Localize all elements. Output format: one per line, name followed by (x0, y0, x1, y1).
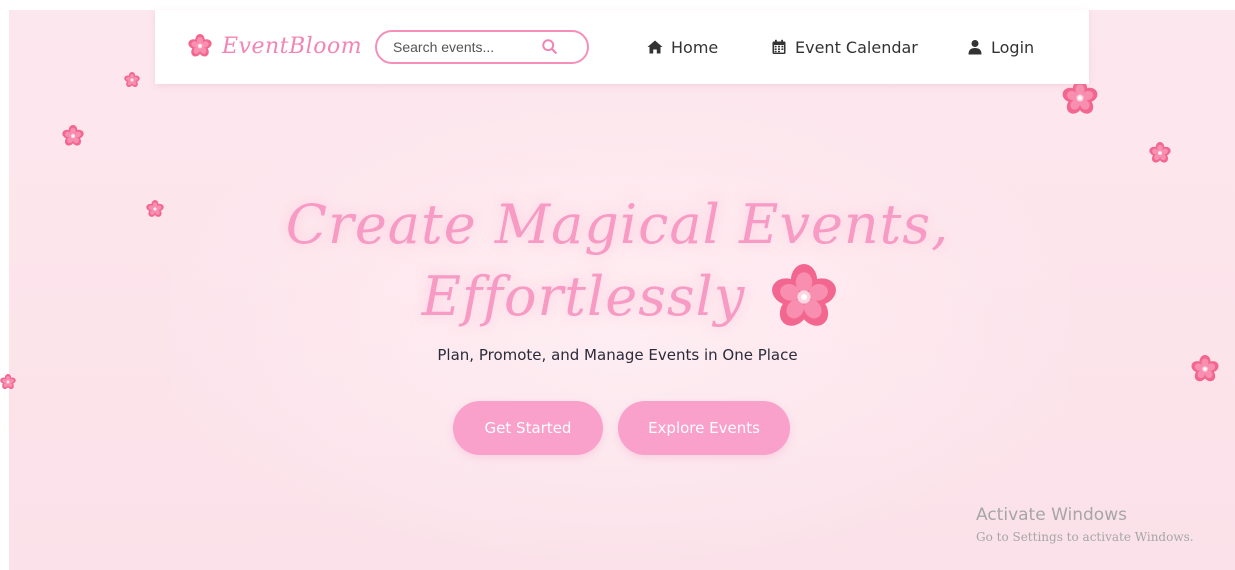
calendar-icon (772, 39, 786, 54)
blossom-icon (1149, 142, 1171, 164)
search-input[interactable] (391, 38, 541, 56)
brand-name: EventBloom (222, 33, 363, 59)
brand-logo[interactable]: EventBloom (188, 30, 362, 62)
page: EventBloom Home (0, 0, 1235, 570)
blossom-icon (0, 374, 16, 390)
nav-event-calendar[interactable]: Event Calendar (771, 34, 918, 60)
home-icon (647, 40, 663, 54)
navbar: EventBloom Home (155, 10, 1089, 84)
search-bar (375, 30, 589, 64)
hero-subtitle: Plan, Promote, and Manage Events in One … (437, 346, 798, 364)
cherry-blossom-icon (771, 264, 837, 330)
hero-title-line2: Effortlessly (421, 265, 746, 328)
nav-login-label: Login (991, 37, 1035, 57)
cherry-blossom-icon (188, 34, 212, 58)
nav-home-label: Home (671, 37, 719, 57)
blossom-icon (124, 72, 140, 88)
nav-calendar-label: Event Calendar (795, 37, 918, 57)
nav-login[interactable]: Login (967, 34, 1034, 60)
activate-windows-subtitle: Go to Settings to activate Windows. (976, 530, 1194, 544)
user-icon (968, 40, 982, 55)
hero-title-line1: Create Magical Events, (285, 193, 950, 256)
blossom-icon (62, 125, 84, 147)
hero-glow (170, 90, 1070, 570)
get-started-button[interactable]: Get Started (453, 401, 603, 455)
search-icon[interactable] (541, 38, 559, 56)
hero-title-line2-row: Effortlessly (0, 264, 1235, 330)
nav-home[interactable]: Home (647, 34, 718, 60)
activate-windows-title: Activate Windows (976, 505, 1127, 525)
explore-events-button[interactable]: Explore Events (618, 401, 790, 455)
blossom-icon (1062, 80, 1098, 116)
